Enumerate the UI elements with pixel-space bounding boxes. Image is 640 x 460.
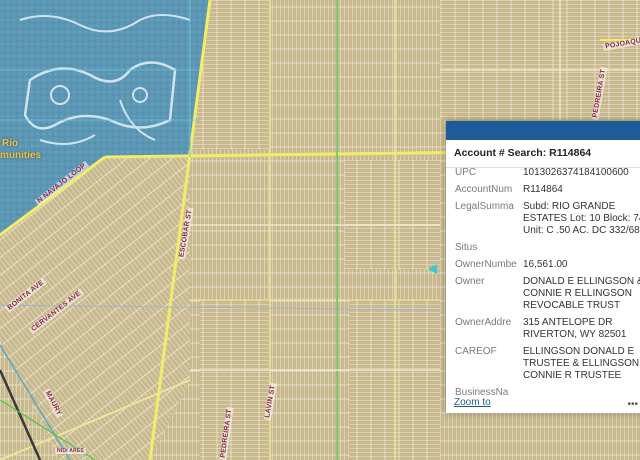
attr-value: 16,561.00	[523, 259, 640, 271]
attr-value-line	[523, 242, 640, 254]
attr-value-line: R114864	[523, 184, 563, 195]
feature-info-popup: Account # Search: R114864 UPC 1013026374…	[446, 121, 640, 413]
community-label-rio: Rio	[2, 138, 19, 149]
more-actions-icon[interactable]: •••	[627, 399, 638, 410]
attr-value: 1013026374184100600	[523, 167, 640, 179]
community-label-munities: munities	[0, 150, 42, 161]
attr-row-owneraddre: OwnerAddre 315 ANTELOPE DR RIVERTON, WY …	[446, 317, 640, 341]
attr-key: UPC	[455, 167, 477, 178]
attr-value-line: RIVERTON, WY 82501	[523, 329, 627, 340]
attr-row-accountnum: AccountNum R114864	[446, 184, 640, 196]
attr-value-line: CONNIE R ELLINGSON	[523, 288, 632, 299]
attr-row-upc: UPC 1013026374184100600	[446, 167, 640, 179]
attr-value-line: 1013026374184100600	[523, 167, 629, 178]
attr-key: Owner	[455, 276, 485, 287]
attr-value-line: ESTATES Lot: 10 Block: 74	[523, 213, 640, 224]
attr-value-line: TRUSTEE & ELLINGSON	[523, 358, 640, 369]
attr-key: LegalSumma	[455, 201, 514, 212]
popup-title: Account # Search: R114864	[446, 140, 640, 168]
attr-value-line: DONALD E ELLINGSON &	[523, 276, 640, 287]
attr-value-line	[523, 387, 640, 399]
attr-value: DONALD E ELLINGSON & CONNIE R ELLINGSON …	[523, 276, 640, 312]
attr-key: OwnerAddre	[455, 317, 512, 328]
attr-row-legalsumma: LegalSumma Subd: RIO GRANDE ESTATES Lot:…	[446, 201, 640, 237]
attr-key: OwnerNumbe	[455, 259, 517, 270]
attr-value-line: ELLINGSON DONALD E	[523, 346, 635, 357]
attr-key: Situs	[455, 242, 478, 253]
road-label-bottom: NIDI ARES	[55, 448, 86, 454]
attr-row-owner: Owner DONALD E ELLINGSON & CONNIE R ELLI…	[446, 276, 640, 312]
attr-value-line: 315 ANTELOPE DR	[523, 317, 613, 328]
attr-value	[523, 242, 640, 254]
attr-value-line: CONNIE R TRUSTEE	[523, 370, 622, 381]
zoom-to-link[interactable]: Zoom to	[454, 397, 491, 408]
attr-row-situs: Situs	[446, 242, 640, 254]
popup-pointer	[428, 264, 437, 274]
popup-header-bar[interactable]	[446, 121, 640, 140]
attr-row-careof: CAREOF ELLINGSON DONALD E TRUSTEE & ELLI…	[446, 346, 640, 382]
attribute-table: UPC 1013026374184100600 AccountNum R1148…	[446, 167, 640, 404]
attr-value	[523, 387, 640, 399]
attr-row-ownernumbe: OwnerNumbe 16,561.00	[446, 259, 640, 271]
popup-footer: Zoom to	[454, 397, 491, 408]
attr-key: CAREOF	[455, 346, 497, 357]
attr-value: ELLINGSON DONALD E TRUSTEE & ELLINGSON C…	[523, 346, 640, 382]
attr-value: 315 ANTELOPE DR RIVERTON, WY 82501	[523, 317, 640, 341]
attr-value-line: 16,561.00	[523, 259, 568, 270]
attr-key: AccountNum	[455, 184, 513, 195]
attr-value-line: REVOCABLE TRUST	[523, 300, 621, 311]
attr-value-line: Subd: RIO GRANDE	[523, 201, 616, 212]
attr-value-line: Unit: C .50 AC. DC 332/68	[523, 225, 640, 236]
attr-value: Subd: RIO GRANDE ESTATES Lot: 10 Block: …	[523, 201, 640, 237]
attr-value: R114864	[523, 184, 640, 196]
